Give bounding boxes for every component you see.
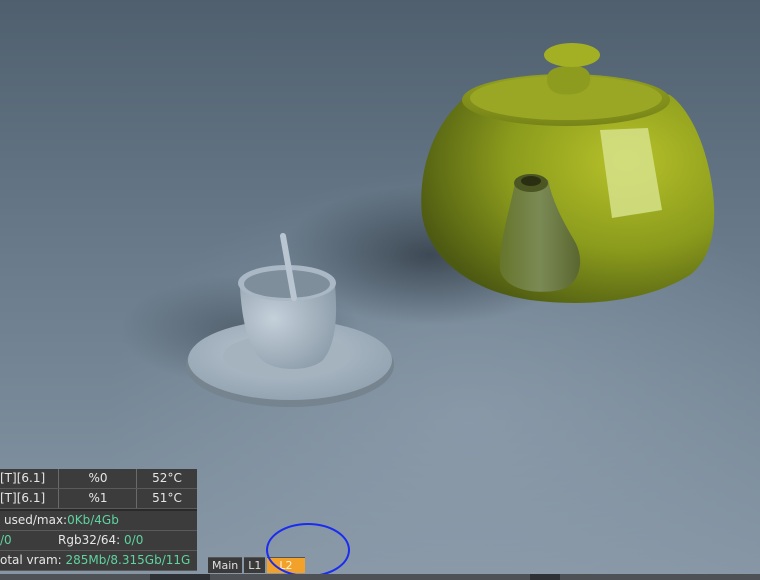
- device-row: [T][6.1] %1 51°C: [0, 489, 197, 509]
- rgb-value: 0/0: [124, 533, 144, 547]
- device-temperature: 51°C: [136, 489, 197, 508]
- rgb-row: /0 Rgb32/64: 0/0: [0, 531, 197, 551]
- device-name: [T][6.1]: [0, 491, 46, 505]
- highlight-circle: [266, 523, 350, 577]
- vram-row: otal vram: 285Mb/8.315Gb/11G: [0, 551, 197, 571]
- status-bar: [0, 574, 760, 580]
- vram-label: otal vram:: [0, 553, 62, 567]
- tab-main[interactable]: Main: [208, 557, 243, 573]
- device-temperature: 52°C: [136, 469, 197, 488]
- render-stats-panel: [T][6.1] %0 52°C [T][6.1] %1 51°C used/m…: [0, 469, 197, 571]
- tab-l1[interactable]: L1: [244, 557, 266, 573]
- device-row: [T][6.1] %0 52°C: [0, 469, 197, 489]
- rgb-label: Rgb32/64:: [58, 533, 121, 547]
- memory-value: 0Kb/4Gb: [67, 513, 119, 527]
- device-load: %0: [58, 469, 137, 488]
- vram-value: 285Mb/8.315Gb/11G: [65, 553, 191, 567]
- teapot: [421, 43, 715, 303]
- memory-label: used/max:: [4, 513, 68, 527]
- rgb-left-value: /0: [0, 533, 12, 547]
- device-load: %1: [58, 489, 137, 508]
- memory-row: used/max:0Kb/4Gb: [0, 511, 197, 531]
- device-name: [T][6.1]: [0, 471, 46, 485]
